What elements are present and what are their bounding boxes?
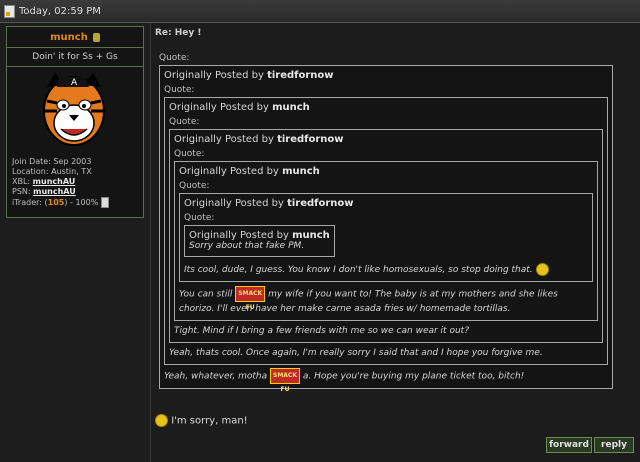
quote-level-3: Quote: Originally Posted by tiredfornow … [169, 117, 603, 343]
itrader-count-link[interactable]: 105 [48, 198, 65, 207]
xbl-link[interactable]: munchAU [33, 177, 76, 186]
frown-smiley-icon [155, 414, 168, 427]
user-sidebar: munch Doin' it for Ss + Gs A Join Date: … [0, 23, 151, 462]
quote-box: Originally Posted by munch Quote: Origin… [164, 97, 608, 365]
quote-level-5: Quote: Originally Posted by tiredfornow … [179, 181, 593, 282]
avatar[interactable]: A [7, 67, 143, 155]
smack-fu-smiley-icon: SMACK FU [235, 286, 266, 311]
quote-level-4: Quote: Originally Posted by munch Quote:… [174, 149, 598, 321]
user-info: Join Date: Sep 2003 Location: Austin, TX… [7, 155, 143, 208]
xbl-row: XBL: munchAU [12, 177, 76, 186]
user-title: Doin' it for Ss + Gs [7, 48, 143, 67]
username-link[interactable]: munch [50, 32, 88, 43]
tiger-mascot-icon: A [43, 73, 105, 146]
reply-button[interactable]: reply [594, 437, 634, 453]
itrader-icon[interactable] [101, 197, 110, 208]
username-row: munch [7, 27, 143, 48]
quote-label: Quote: [159, 53, 190, 63]
quote-box: Originally Posted by tiredfornow Quote: … [159, 65, 613, 393]
quote-text: Yeah, thats cool. Once again, I'm really… [169, 348, 543, 358]
document-icon [4, 4, 15, 18]
confused-smiley-icon [535, 263, 549, 276]
quote-author: tiredfornow [267, 70, 334, 81]
quote-text: Sorry about that fake PM. [189, 241, 305, 251]
user-profile-card: munch Doin' it for Ss + Gs A Join Date: … [6, 26, 144, 218]
post-header: Today, 02:59 PM [0, 0, 640, 23]
forum-post: Today, 02:59 PM munch Doin' it for Ss + … [0, 0, 640, 462]
quote-text: Its cool, dude, I guess. You know I don'… [184, 265, 533, 275]
post-text: I'm sorry, man! [171, 415, 248, 427]
quote-level-1: Quote: Originally Posted by tiredfornow … [159, 53, 613, 393]
quote-level-2: Quote: Originally Posted by munch Quote:… [164, 85, 608, 365]
location: Location: Austin, TX [12, 167, 92, 176]
smack-fu-smiley-icon: SMACK FU [270, 368, 300, 393]
join-date: Join Date: Sep 2003 [12, 157, 92, 166]
quote-text: Tight. Mind if I bring a few friends wit… [174, 326, 469, 336]
itrader-row: iTrader: (105) - 100% [12, 197, 143, 208]
forward-button[interactable]: forward [546, 437, 592, 453]
post-content: Re: Hey ! Quote: Originally Posted by ti… [151, 23, 640, 462]
psn-link[interactable]: munchAU [33, 187, 76, 196]
quote-level-6: Quote: Originally Posted by munch Sorry … [184, 213, 588, 257]
online-status-icon [92, 32, 100, 42]
psn-row: PSN: munchAU [12, 187, 76, 196]
post-subject: Re: Hey ! [155, 28, 202, 38]
post-timestamp: Today, 02:59 PM [19, 5, 101, 17]
quote-attribution: Originally Posted by tiredfornow [164, 70, 334, 81]
svg-text:A: A [71, 78, 78, 88]
post-body: I'm sorry, man! [155, 414, 248, 427]
